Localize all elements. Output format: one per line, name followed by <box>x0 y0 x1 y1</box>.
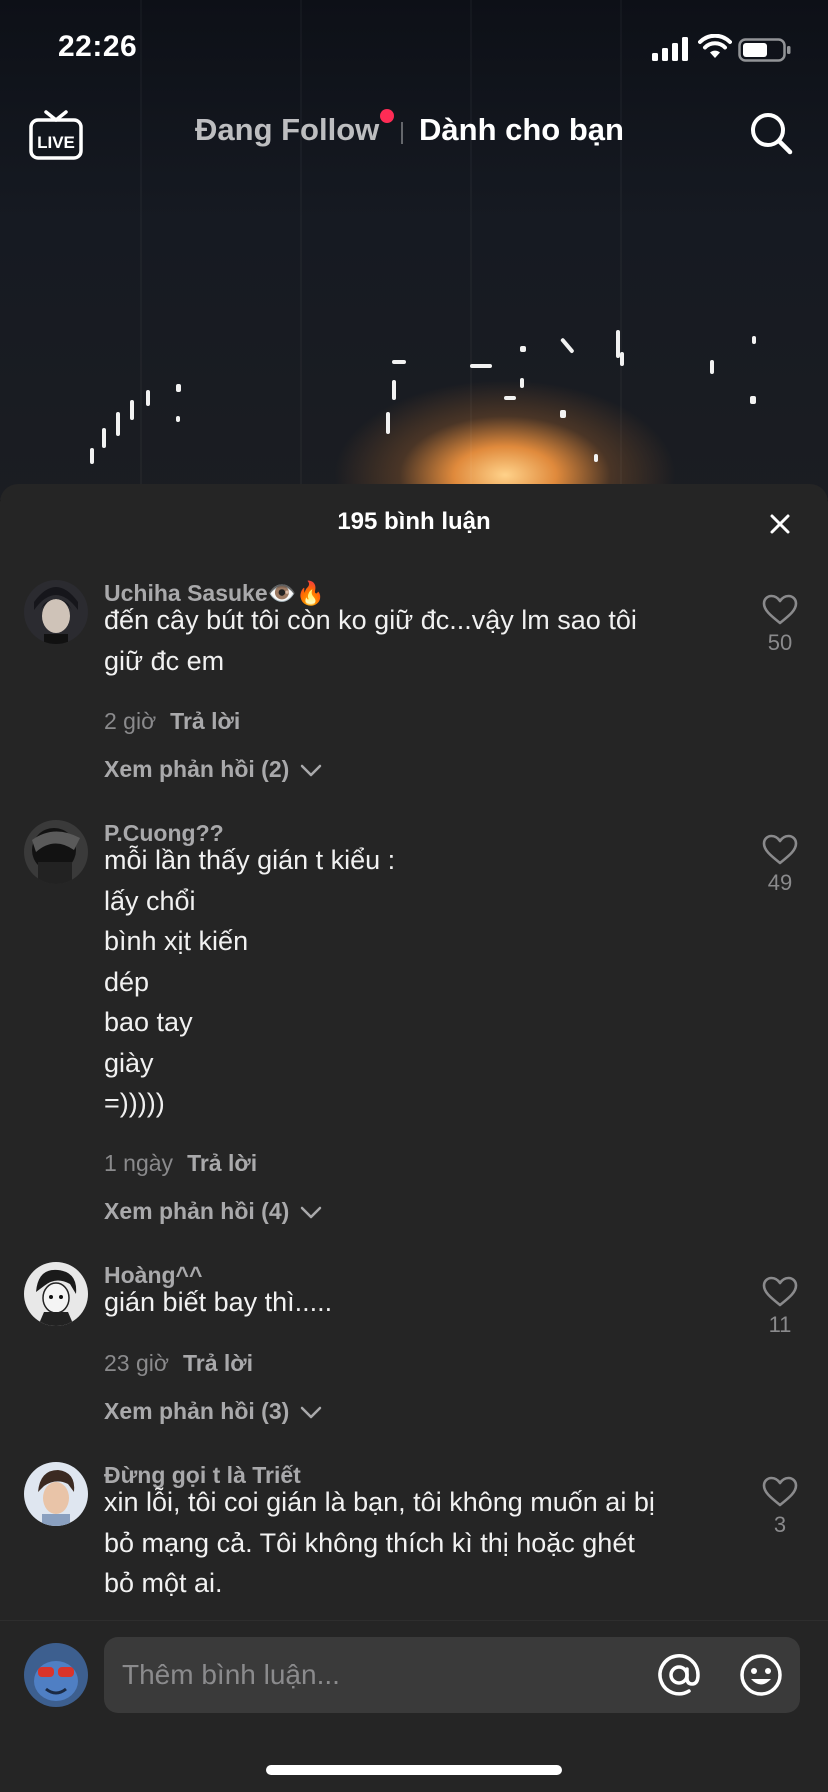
my-avatar[interactable] <box>24 1643 88 1707</box>
avatar[interactable] <box>24 1262 88 1326</box>
comment-line: gián biết bay thì..... <box>104 1287 333 1317</box>
wifi-icon <box>698 34 732 58</box>
reply-button[interactable]: Trả lời <box>170 708 240 734</box>
live-label: LIVE <box>37 133 75 152</box>
like-count: 3 <box>773 1512 787 1537</box>
mention-button[interactable] <box>656 1652 702 1698</box>
view-replies-button[interactable]: Xem phản hồi (3) <box>104 1398 322 1425</box>
comment-input[interactable] <box>122 1637 642 1713</box>
comment-time: 1 ngày <box>104 1150 174 1176</box>
like-button[interactable]: 50 <box>756 594 804 656</box>
notification-dot <box>380 109 394 123</box>
battery-icon <box>738 38 791 62</box>
like-button[interactable]: 49 <box>756 834 804 896</box>
like-count: 49 <box>767 870 793 895</box>
comment-time: 2 giờ <box>104 708 157 734</box>
comment-input-box[interactable] <box>104 1637 800 1713</box>
comments-sheet: 195 bình luận Uchiha Sasuke👁️🔥 đến cây b… <box>0 484 828 1792</box>
view-replies-label: Xem phản hồi (2) <box>104 756 290 782</box>
comment-text: mỗi lần thấy gián t kiểu : lấy chổi bình… <box>104 840 714 1124</box>
comment-time: 23 giờ <box>104 1350 169 1376</box>
comment-meta: 2 giờ Trả lời <box>104 708 240 735</box>
search-icon <box>751 113 793 155</box>
comment-meta: 23 giờ Trả lời <box>104 1350 253 1377</box>
comment-text: xin lỗi, tôi coi gián là bạn, tôi không … <box>104 1482 714 1604</box>
live-button[interactable]: LIVE <box>28 108 84 162</box>
chevron-down-icon <box>300 1406 321 1419</box>
comment-line: bỏ mạng cả. Tôi không thích kì thị hoặc … <box>104 1527 635 1558</box>
emoji-icon <box>740 1654 782 1696</box>
view-replies-label: Xem phản hồi (4) <box>104 1198 290 1224</box>
tab-for-you[interactable]: Dành cho bạn <box>419 112 624 148</box>
comments-count-title: 195 bình luận <box>337 508 491 535</box>
comment-line: dép <box>104 966 150 997</box>
cellular-signal-icon <box>652 37 688 61</box>
like-button[interactable]: 11 <box>756 1276 804 1338</box>
emoji-button[interactable] <box>738 1652 784 1698</box>
heart-icon <box>762 594 798 625</box>
comment-text: đến cây bút tôi còn ko giữ đc...vậy lm s… <box>104 600 714 681</box>
heart-icon <box>762 1476 798 1507</box>
comment-line: giày <box>104 1047 154 1078</box>
reply-button[interactable]: Trả lời <box>183 1350 253 1376</box>
chevron-down-icon <box>300 764 321 777</box>
like-button[interactable]: 3 <box>756 1476 804 1538</box>
like-count: 11 <box>768 1312 792 1337</box>
comment-line: bình xịt kiến <box>104 926 249 956</box>
search-button[interactable] <box>748 110 794 156</box>
comment-line: giữ đc em <box>104 645 225 676</box>
comment-line: xin lỗi, tôi coi gián là bạn, tôi không … <box>104 1487 655 1517</box>
reply-button[interactable]: Trả lời <box>187 1150 257 1176</box>
status-bar: 22:26 <box>0 0 828 100</box>
at-mention-icon <box>658 1654 700 1696</box>
comment-line: bỏ một ai. <box>104 1568 223 1598</box>
chevron-down-icon <box>300 1206 321 1219</box>
comment-text: gián biết bay thì..... <box>104 1282 714 1323</box>
comment-meta: 1 ngày Trả lời <box>104 1150 257 1177</box>
comment-line: bao tay <box>104 1007 193 1037</box>
comment-line: =))))) <box>104 1088 165 1118</box>
view-replies-button[interactable]: Xem phản hồi (2) <box>104 756 322 783</box>
tab-divider <box>401 122 403 144</box>
heart-icon <box>762 1276 798 1307</box>
view-replies-button[interactable]: Xem phản hồi (4) <box>104 1198 322 1225</box>
comment-line: đến cây bút tôi còn ko giữ đc...vậy lm s… <box>104 605 637 635</box>
live-tv-icon: LIVE <box>29 110 83 160</box>
avatar[interactable] <box>24 820 88 884</box>
like-count: 50 <box>767 630 793 655</box>
comment-line: lấy chổi <box>104 885 196 916</box>
close-icon <box>770 514 790 534</box>
heart-icon <box>762 834 798 865</box>
status-time: 22:26 <box>58 30 138 63</box>
comment-line: mỗi lần thấy gián t kiểu : <box>104 845 396 875</box>
avatar[interactable] <box>24 1462 88 1526</box>
avatar[interactable] <box>24 580 88 644</box>
close-button[interactable] <box>764 508 796 540</box>
tab-following[interactable]: Đang Follow <box>195 112 379 148</box>
view-replies-label: Xem phản hồi (3) <box>104 1398 290 1424</box>
home-indicator[interactable] <box>266 1765 562 1775</box>
